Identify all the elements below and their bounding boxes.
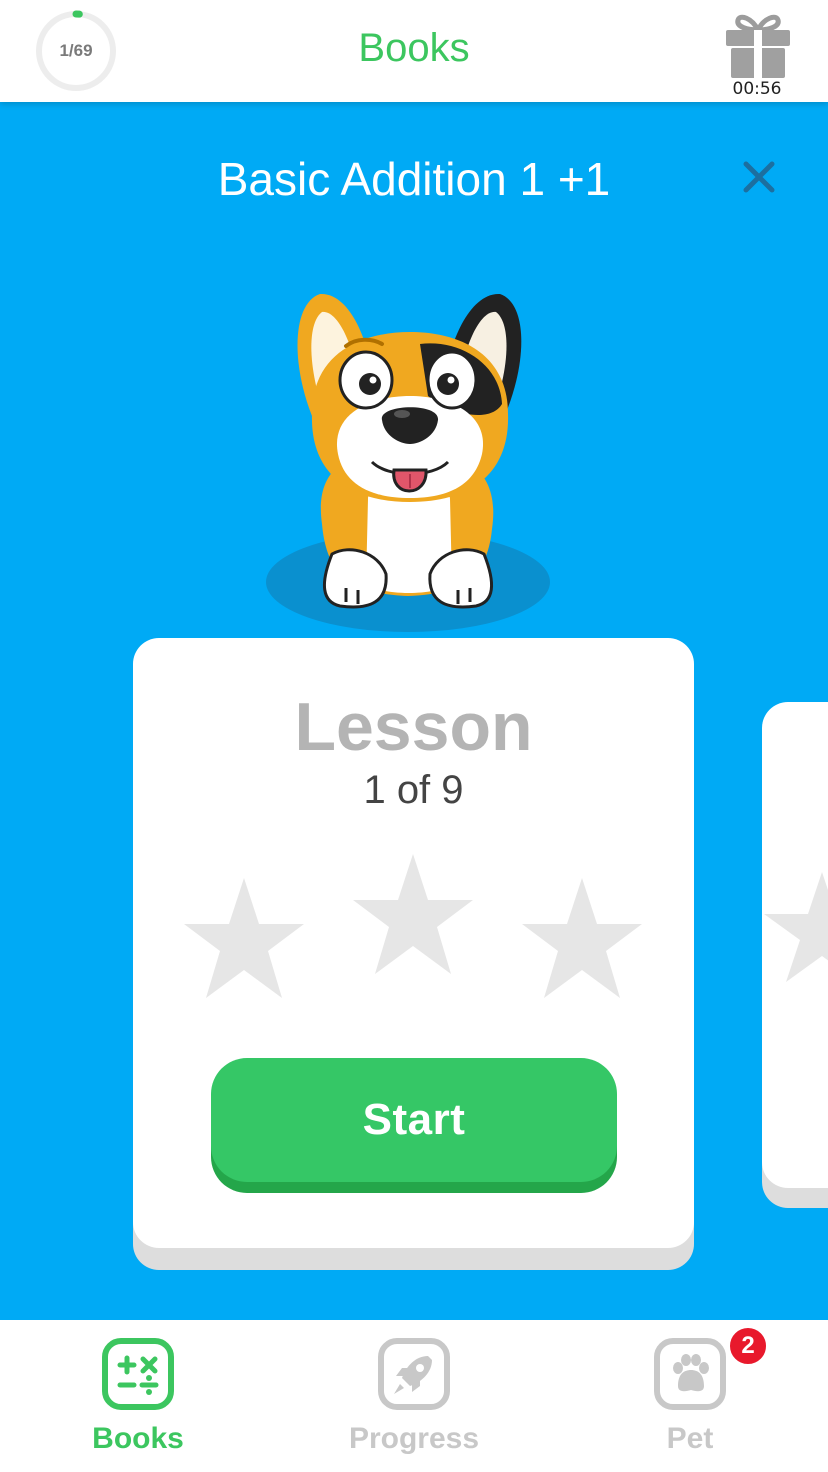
star-icon xyxy=(184,878,304,998)
star-icon xyxy=(522,878,642,998)
bottom-nav: Books Progress Pet xyxy=(0,1320,828,1472)
lesson-card: Lesson 1 of 9 Start xyxy=(133,638,694,1248)
nav-pet-label: Pet xyxy=(666,1422,714,1455)
nav-progress-label: Progress xyxy=(348,1422,480,1455)
star-rating xyxy=(184,854,642,998)
lesson-screen: Basic Addition 1 +1 Lesson 1 of 9 Start xyxy=(0,102,828,1320)
page-title: Books xyxy=(358,26,470,70)
gift-icon[interactable] xyxy=(722,10,794,80)
close-icon[interactable] xyxy=(736,154,782,200)
paw-icon xyxy=(654,1338,726,1410)
star-icon xyxy=(764,872,828,982)
dog-mascot-icon xyxy=(260,284,560,634)
top-bar: 1/69 Books 00:56 xyxy=(0,0,828,102)
nav-books[interactable]: Books xyxy=(38,1338,238,1468)
lesson-card-heading: Lesson xyxy=(294,689,533,765)
nav-books-label: Books xyxy=(92,1422,184,1455)
gift-timer: 00:56 xyxy=(732,79,782,99)
next-lesson-card[interactable] xyxy=(762,702,828,1188)
math-operators-icon xyxy=(102,1338,174,1410)
start-button[interactable]: Start xyxy=(211,1058,617,1182)
star-icon xyxy=(353,854,473,974)
rocket-icon xyxy=(378,1338,450,1410)
lesson-number: 1 of 9 xyxy=(363,768,464,812)
nav-progress[interactable]: Progress xyxy=(314,1338,514,1468)
pet-notification-badge: 2 xyxy=(727,1325,769,1367)
lesson-title: Basic Addition 1 +1 xyxy=(217,153,611,205)
